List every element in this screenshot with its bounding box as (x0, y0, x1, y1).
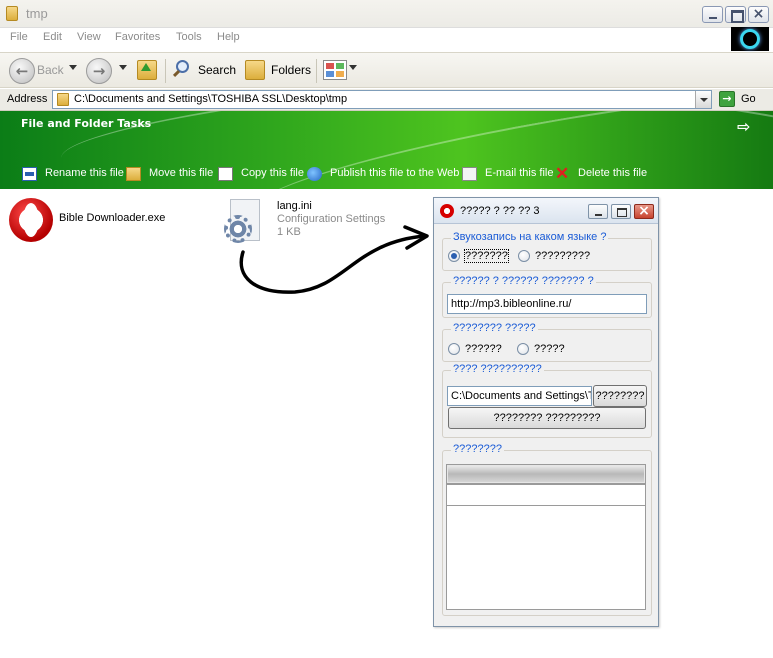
close-button[interactable] (748, 6, 769, 23)
mode-group-label: ???????? ????? (451, 322, 538, 334)
folders-button[interactable]: Folders (271, 63, 311, 77)
title-bar: tmp (0, 0, 773, 28)
menu-edit[interactable]: Edit (43, 31, 62, 43)
dialog-close-button[interactable] (634, 203, 654, 219)
menu-tools[interactable]: Tools (176, 31, 202, 43)
opera-icon (440, 204, 454, 218)
address-dropdown-button[interactable] (695, 91, 711, 108)
dialog-minimize-button[interactable] (588, 204, 608, 219)
toolbar-separator (316, 59, 317, 83)
views-icon[interactable] (323, 60, 347, 80)
language-group: Звукозапись на каком языке ? ??????? ???… (442, 231, 652, 271)
log-divider (447, 505, 645, 506)
search-button[interactable]: Search (198, 63, 236, 77)
menu-bar: File Edit View Favorites Tools Help (0, 28, 730, 48)
folder-icon (6, 6, 18, 21)
task-label: Delete this file (578, 167, 648, 179)
bible-downloader-dialog: ????? ? ?? ?? 3 Звукозапись на каком язы… (433, 197, 659, 627)
forward-button[interactable]: → (86, 58, 112, 84)
address-path: C:\Documents and Settings\TOSHIBA SSL\De… (74, 93, 348, 105)
source-url-group-label: ?????? ? ?????? ??????? ? (451, 275, 596, 287)
file-bible-downloader[interactable]: Bible Downloader.exe (59, 212, 165, 224)
language-group-label: Звукозапись на каком языке ? (451, 231, 609, 243)
maximize-icon (726, 7, 745, 23)
window-title: tmp (26, 6, 48, 21)
file-folder-tasks-panel: File and Folder Tasks ⇨ Rename this file… (0, 111, 773, 189)
back-label: Back (37, 63, 64, 77)
back-dropdown-icon[interactable] (69, 65, 77, 70)
task-label: Rename this file (45, 167, 124, 179)
task-label: E-mail this file (485, 167, 554, 179)
radio-label: ????? (534, 343, 565, 355)
download-log-list[interactable] (446, 484, 646, 610)
search-icon[interactable] (172, 60, 191, 78)
move-icon (126, 167, 141, 181)
hand-drawn-arrow (239, 225, 429, 294)
radio-label: ??????? (464, 249, 509, 263)
radio-label: ????????? (535, 250, 591, 262)
dialog-title-bar: ????? ? ?? ?? 3 (434, 198, 658, 224)
radio-dot (448, 250, 460, 262)
minimize-button[interactable] (702, 6, 723, 23)
views-dropdown-icon[interactable] (349, 65, 357, 70)
forward-dropdown-icon[interactable] (119, 65, 127, 70)
address-bar: Address C:\Documents and Settings\TOSHIB… (0, 89, 773, 111)
minimize-icon (703, 7, 722, 22)
toolbar-separator (165, 59, 166, 83)
back-button[interactable]: ← (9, 58, 35, 84)
radio-label: ?????? (465, 343, 502, 355)
email-icon (462, 167, 477, 181)
radio-dot (518, 250, 530, 262)
menu-view[interactable]: View (77, 31, 101, 43)
folders-icon[interactable] (245, 60, 265, 80)
task-label: Move this file (149, 167, 214, 179)
go-label: Go (741, 93, 756, 105)
tasks-title: File and Folder Tasks (21, 117, 152, 130)
delete-icon: ✕ (555, 164, 570, 183)
rename-icon (22, 167, 37, 181)
back-arrow-icon: ← (15, 62, 29, 80)
menu-help[interactable]: Help (217, 31, 240, 43)
address-input[interactable]: C:\Documents and Settings\TOSHIBA SSL\De… (52, 90, 712, 109)
publish-icon (307, 167, 322, 181)
maximize-button[interactable] (725, 6, 746, 23)
radio-dot (448, 343, 460, 355)
folder-icon (57, 93, 69, 106)
progress-group-label: ???????? (451, 443, 504, 455)
task-label: Publish this file to the Web (330, 167, 460, 179)
save-folder-group: ???? ?????????? C:\Documents and Setting… (442, 363, 652, 438)
toolbar: ← Back → Search Folders (0, 52, 773, 88)
up-folder-icon[interactable] (137, 60, 157, 80)
radio-dot (517, 343, 529, 355)
go-button[interactable]: → Go (717, 90, 767, 109)
dialog-title: ????? ? ?? ?? 3 (460, 205, 540, 217)
source-url-group: ?????? ? ?????? ??????? ? http://mp3.bib… (442, 275, 652, 318)
menu-favorites[interactable]: Favorites (115, 31, 160, 43)
start-download-button[interactable]: ???????? ????????? (448, 407, 646, 429)
address-label: Address (7, 93, 48, 105)
menu-file[interactable]: File (10, 31, 28, 43)
download-progress-bar (446, 464, 646, 484)
collapse-arrow-icon[interactable]: ⇨ (737, 117, 750, 136)
task-label: Copy this file (241, 167, 304, 179)
progress-fill (448, 466, 644, 482)
url-input[interactable]: http://mp3.bibleonline.ru/ (447, 294, 647, 314)
explorer-window: tmp File Edit View Favorites Tools Help … (0, 0, 773, 658)
save-folder-group-label: ???? ?????????? (451, 363, 544, 375)
close-icon (749, 7, 768, 22)
forward-arrow-icon: → (92, 62, 106, 80)
copy-icon (218, 167, 233, 181)
opera-icon[interactable] (9, 198, 53, 242)
browse-button[interactable]: ???????? (593, 385, 647, 407)
go-arrow-icon: → (719, 91, 735, 107)
dialog-maximize-button[interactable] (611, 204, 631, 219)
mode-group: ???????? ????? ?????? ????? (442, 322, 652, 362)
throbber-icon (740, 29, 760, 49)
windows-logo (731, 27, 769, 51)
save-path-input[interactable]: C:\Documents and Settings\TOSHIBA SSL\ (447, 386, 592, 406)
file-lang-ini[interactable]: lang.ini (277, 200, 312, 212)
